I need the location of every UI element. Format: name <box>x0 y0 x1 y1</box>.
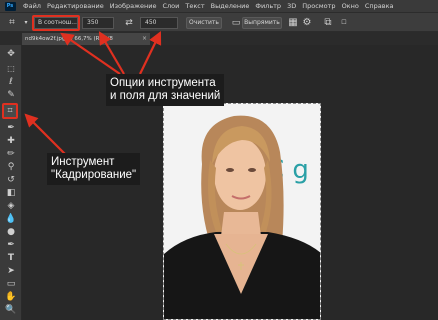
close-icon[interactable]: × <box>142 33 147 45</box>
menu-bar: Ps Файл Редактирование Изображение Слои … <box>0 0 438 12</box>
document-tab-label: nd9k4ow2f.jpg @ 66,7% (RGB/8 <box>25 36 113 42</box>
crop-tool-preset-icon[interactable]: ⌗ <box>6 17 18 29</box>
annotation-options-line2: и поля для значений <box>110 90 221 102</box>
menu-view[interactable]: Просмотр <box>299 0 338 12</box>
height-input[interactable]: 450 <box>140 17 178 29</box>
preset-dropdown-chevron-icon[interactable]: ▾ <box>20 17 32 29</box>
crop-tool-icon[interactable]: ⌗ <box>2 103 18 119</box>
zoom-tool-icon[interactable]: 🔍 <box>5 305 17 316</box>
annotation-options-line1: Опции инструмента <box>110 77 216 89</box>
annotation-tool-options: Опции инструмента и поля для значений <box>106 74 225 106</box>
move-tool-icon[interactable]: ✥ <box>5 49 17 60</box>
overlay-grid-icon[interactable]: ▦ <box>287 17 299 29</box>
tools-panel: ✥ ⬚ ℓ ✎ ⌗ ✒ ✚ ✏ ⚲ ↺ ◧ ◈ 💧 ● ✒ T ➤ ▭ ✋ 🔍 <box>0 45 22 320</box>
document-tab[interactable]: nd9k4ow2f.jpg @ 66,7% (RGB/8 <box>22 33 150 45</box>
menu-image[interactable]: Изображение <box>107 0 160 12</box>
paint-bucket-tool-icon[interactable]: ◈ <box>5 201 17 212</box>
swap-dimensions-icon[interactable]: ⇄ <box>123 17 135 29</box>
annotation-crop-line1: Инструмент <box>51 156 115 168</box>
width-input[interactable]: 350 <box>82 17 114 29</box>
annotation-crop-line2: "Кадрирование" <box>51 169 137 181</box>
delete-cropped-pixels-icon[interactable]: ⧉ <box>322 17 334 29</box>
menu-select[interactable]: Выделение <box>208 0 253 12</box>
lasso-tool-icon[interactable]: ℓ <box>5 77 17 88</box>
pen-tool-icon[interactable]: ✒ <box>5 240 17 251</box>
type-tool-icon[interactable]: T <box>5 253 17 264</box>
document-tab-bar: nd9k4ow2f.jpg @ 66,7% (RGB/8 × <box>22 33 438 45</box>
settings-gear-icon[interactable]: ⚙ <box>301 17 313 29</box>
menu-help[interactable]: Справка <box>362 0 397 12</box>
checkbox-icon[interactable]: ☐ <box>338 17 350 29</box>
hand-tool-icon[interactable]: ✋ <box>5 292 17 303</box>
photo-canvas[interactable]: C g <box>163 103 321 320</box>
quick-selection-tool-icon[interactable]: ✎ <box>5 90 17 101</box>
app-logo: Ps <box>0 0 20 12</box>
menu-filter[interactable]: Фильтр <box>252 0 284 12</box>
straighten-icon[interactable]: ▭ <box>230 17 242 29</box>
path-selection-tool-icon[interactable]: ➤ <box>5 266 17 277</box>
menu-type[interactable]: Текст <box>182 0 207 12</box>
annotation-crop-tool: Инструмент "Кадрирование" <box>47 153 141 185</box>
portrait-image: C g <box>164 104 320 319</box>
menu-file[interactable]: Файл <box>20 0 44 12</box>
menu-window[interactable]: Окно <box>339 0 362 12</box>
straighten-button[interactable]: Выпрямить <box>242 17 282 29</box>
options-highlight-box <box>32 15 80 31</box>
healing-brush-tool-icon[interactable]: ✚ <box>5 136 17 147</box>
menu-edit[interactable]: Редактирование <box>44 0 107 12</box>
menu-3d[interactable]: 3D <box>284 0 299 12</box>
brush-tool-icon[interactable]: ✏ <box>5 149 17 160</box>
rectangle-tool-icon[interactable]: ▭ <box>5 279 17 290</box>
clear-button[interactable]: Очистить <box>186 17 222 29</box>
eraser-tool-icon[interactable]: ◧ <box>5 188 17 199</box>
clone-stamp-tool-icon[interactable]: ⚲ <box>5 162 17 173</box>
blur-tool-icon[interactable]: 💧 <box>5 214 17 225</box>
menu-layers[interactable]: Слои <box>159 0 182 12</box>
marquee-tool-icon[interactable]: ⬚ <box>5 63 17 74</box>
eyedropper-tool-icon[interactable]: ✒ <box>5 123 17 134</box>
history-brush-tool-icon[interactable]: ↺ <box>5 175 17 186</box>
dodge-tool-icon[interactable]: ● <box>5 227 17 238</box>
photoshop-logo-icon: Ps <box>4 1 16 11</box>
